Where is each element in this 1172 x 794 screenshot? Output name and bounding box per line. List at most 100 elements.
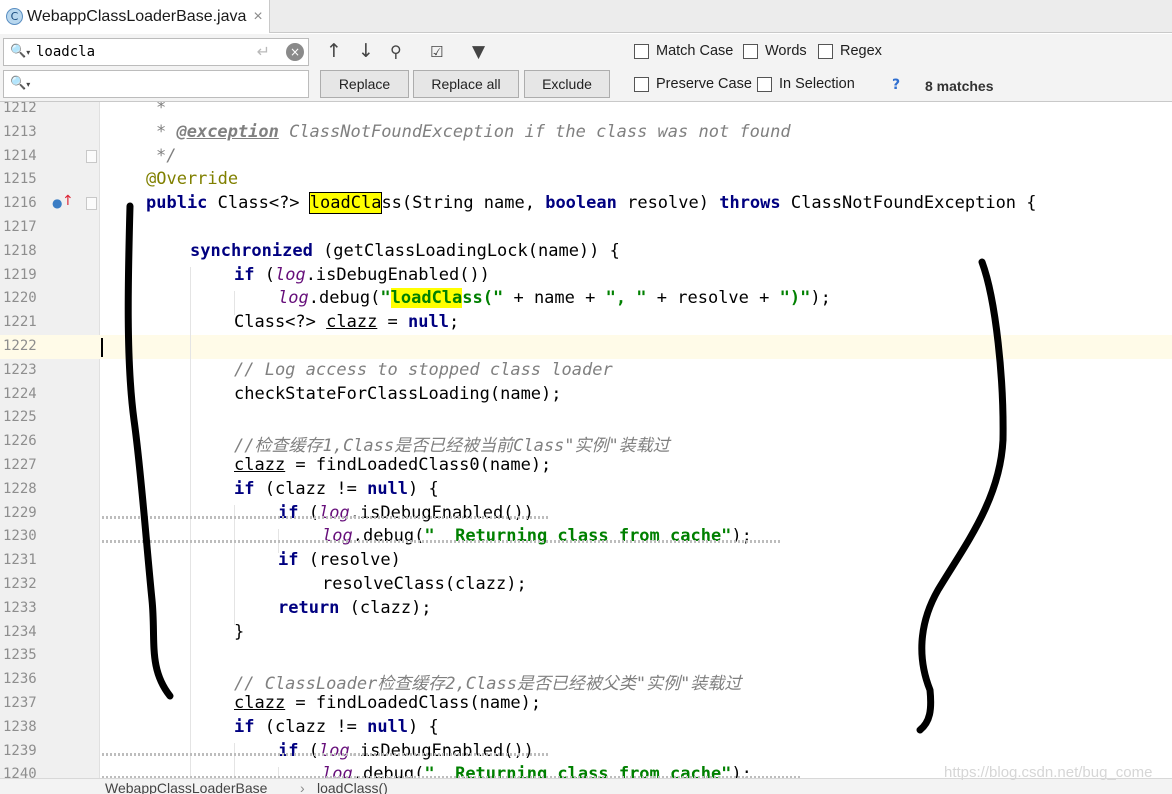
- line-number: 1236: [3, 671, 37, 688]
- preserve-case-box[interactable]: [634, 76, 649, 92]
- code-text[interactable]: if (clazz != null) {: [234, 479, 439, 499]
- code-text[interactable]: Class<?> clazz = null;: [234, 312, 459, 332]
- words-checkbox[interactable]: Words: [743, 43, 807, 59]
- replace-history-icon[interactable]: 🔍▾: [10, 76, 30, 91]
- regex-box[interactable]: [818, 43, 833, 59]
- code-line[interactable]: 1214 */: [0, 145, 1172, 169]
- code-text[interactable]: // ClassLoader检查缓存2,Class是否已经被父类"实例"装载过: [234, 669, 741, 694]
- in-selection-box[interactable]: [757, 76, 772, 92]
- code-text[interactable]: }: [234, 622, 244, 642]
- in-selection-checkbox[interactable]: In Selection: [757, 76, 855, 92]
- code-line[interactable]: 1215 @Override: [0, 168, 1172, 192]
- previous-occurrence-icon[interactable]: ↑: [326, 40, 342, 62]
- code-text[interactable]: *: [156, 102, 166, 118]
- line-number: 1230: [3, 528, 37, 545]
- code-line[interactable]: 1234}: [0, 621, 1172, 645]
- code-text[interactable]: checkStateForClassLoading(name);: [234, 384, 562, 404]
- code-token: public: [146, 193, 208, 214]
- exclude-button[interactable]: Exclude: [524, 70, 610, 98]
- code-line[interactable]: 1213 * @exception ClassNotFoundException …: [0, 121, 1172, 145]
- replace-field[interactable]: 🔍▾: [3, 70, 309, 98]
- new-line-icon[interactable]: ↵: [257, 42, 270, 61]
- regex-checkbox[interactable]: Regex: [818, 43, 882, 59]
- code-line[interactable]: 1239 if (log.isDebugEnabled()): [0, 740, 1172, 764]
- code-text[interactable]: clazz = findLoadedClass0(name);: [234, 455, 551, 475]
- search-input[interactable]: loadcla: [36, 44, 95, 60]
- code-line[interactable]: 1219 if (log.isDebugEnabled()): [0, 264, 1172, 288]
- code-line[interactable]: 1235: [0, 644, 1172, 668]
- code-line[interactable]: 1227 clazz = findLoadedClass0(name);: [0, 454, 1172, 478]
- code-token: *: [156, 102, 167, 118]
- code-text[interactable]: // Log access to stopped class loader: [234, 360, 613, 380]
- match-case-box[interactable]: [634, 43, 649, 59]
- go-to-super-method-icon[interactable]: ↑: [62, 193, 74, 209]
- line-number: 1219: [3, 266, 37, 283]
- code-line[interactable]: 1231 if (resolve): [0, 549, 1172, 573]
- code-text[interactable]: public Class<?> loadClass(String name, b…: [146, 192, 1037, 215]
- close-tab-icon[interactable]: ×: [253, 8, 262, 26]
- code-text[interactable]: //检查缓存1,Class是否已经被当前Class"实例"装载过: [234, 431, 670, 456]
- search-replace-toolbar: 🔍▾ loadcla ↵ × 🔍▾ ↑ ↓ ⚲ ☑ ▼ Replace Repl…: [0, 34, 1172, 102]
- code-line[interactable]: 1226 //检查缓存1,Class是否已经被当前Class"实例"装载过: [0, 430, 1172, 456]
- code-line[interactable]: 1217: [0, 216, 1172, 240]
- code-line[interactable]: 1238 if (clazz != null) {: [0, 716, 1172, 740]
- code-line[interactable]: 1237 clazz = findLoadedClass(name);: [0, 692, 1172, 716]
- code-line[interactable]: 1224 checkStateForClassLoading(name);: [0, 383, 1172, 407]
- replace-all-button[interactable]: Replace all: [413, 70, 519, 98]
- code-line[interactable]: 1212 *: [0, 102, 1172, 121]
- breadcrumb-class[interactable]: WebappClassLoaderBase: [105, 780, 267, 794]
- match-case-checkbox[interactable]: Match Case: [634, 43, 733, 59]
- code-text[interactable]: if (clazz != null) {: [234, 717, 439, 737]
- code-text[interactable]: clazz = findLoadedClass(name);: [234, 693, 541, 713]
- code-token: .debug(: [352, 526, 425, 547]
- code-text[interactable]: if (log.isDebugEnabled()): [278, 503, 534, 523]
- filter-icon[interactable]: ▼: [472, 42, 485, 62]
- code-line[interactable]: 1221 Class<?> clazz = null;: [0, 311, 1172, 335]
- search-field[interactable]: 🔍▾ loadcla ↵ ×: [3, 38, 309, 66]
- fold-marker-icon[interactable]: [86, 197, 97, 211]
- code-text[interactable]: if (log.isDebugEnabled()): [278, 741, 534, 761]
- regex-help-link[interactable]: ?: [892, 77, 900, 93]
- code-text[interactable]: * @exception ClassNotFoundException if t…: [156, 122, 791, 142]
- code-token: );: [731, 526, 752, 547]
- code-line[interactable]: 1225: [0, 406, 1172, 430]
- code-text[interactable]: resolveClass(clazz);: [322, 574, 527, 594]
- code-line[interactable]: 1232 resolveClass(clazz);: [0, 573, 1172, 597]
- code-editor[interactable]: 1212 * 1213 * @exception ClassNotFoundExcep…: [0, 102, 1172, 778]
- code-token: throws: [719, 193, 781, 214]
- code-token: Class<?>: [207, 193, 310, 214]
- select-all-occurrences-icon[interactable]: ⚲: [390, 42, 402, 61]
- fold-marker-icon[interactable]: [86, 149, 97, 163]
- code-line[interactable]: 1223 // Log access to stopped class loade…: [0, 359, 1172, 383]
- next-occurrence-icon[interactable]: ↓: [358, 40, 374, 62]
- code-line[interactable]: 1229 if (log.isDebugEnabled()): [0, 502, 1172, 526]
- filter-selection-icon[interactable]: ☑: [430, 43, 443, 61]
- overrides-method-icon[interactable]: ●: [52, 196, 62, 210]
- code-text[interactable]: if (log.isDebugEnabled()): [234, 265, 490, 285]
- clear-search-icon[interactable]: ×: [286, 43, 304, 61]
- preserve-case-checkbox[interactable]: Preserve Case: [634, 76, 752, 92]
- code-text[interactable]: */: [156, 146, 176, 166]
- code-token: ", ": [605, 288, 647, 309]
- code-line[interactable]: 1230 log.debug(" Returning class from cac…: [0, 525, 1172, 549]
- code-line[interactable]: 1233 return (clazz);: [0, 597, 1172, 621]
- code-line[interactable]: 1216 ● ↑ public Class<?> loadClass(String n…: [0, 192, 1172, 216]
- code-text[interactable]: log.debug(" Returning class from cache")…: [322, 526, 752, 546]
- code-text[interactable]: synchronized (getClassLoadingLock(name))…: [190, 241, 620, 261]
- breadcrumb-method[interactable]: loadClass(): [317, 780, 388, 794]
- code-text[interactable]: if (resolve): [278, 550, 401, 570]
- editor-tab-bar: C WebappClassLoaderBase.java ×: [0, 0, 1172, 33]
- words-box[interactable]: [743, 43, 758, 59]
- code-token: ": [380, 288, 391, 309]
- code-text[interactable]: log.debug("loadClass(" + name + ", " + r…: [278, 288, 831, 309]
- file-tab[interactable]: C WebappClassLoaderBase.java ×: [0, 0, 270, 33]
- code-line[interactable]: 1236 // ClassLoader检查缓存2,Class是否已经被父类"实例"…: [0, 668, 1172, 694]
- code-line[interactable]: 1218 synchronized (getClassLoadingLock(na…: [0, 240, 1172, 264]
- code-line[interactable]: 1222: [0, 335, 1172, 359]
- code-text[interactable]: return (clazz);: [278, 598, 432, 618]
- search-history-icon[interactable]: 🔍▾: [10, 44, 30, 59]
- replace-button[interactable]: Replace: [320, 70, 409, 98]
- code-line[interactable]: 1228 if (clazz != null) {: [0, 478, 1172, 502]
- code-line[interactable]: 1220 log.debug("loadClass(" + name + ", "…: [0, 287, 1172, 311]
- code-text[interactable]: @Override: [146, 169, 238, 189]
